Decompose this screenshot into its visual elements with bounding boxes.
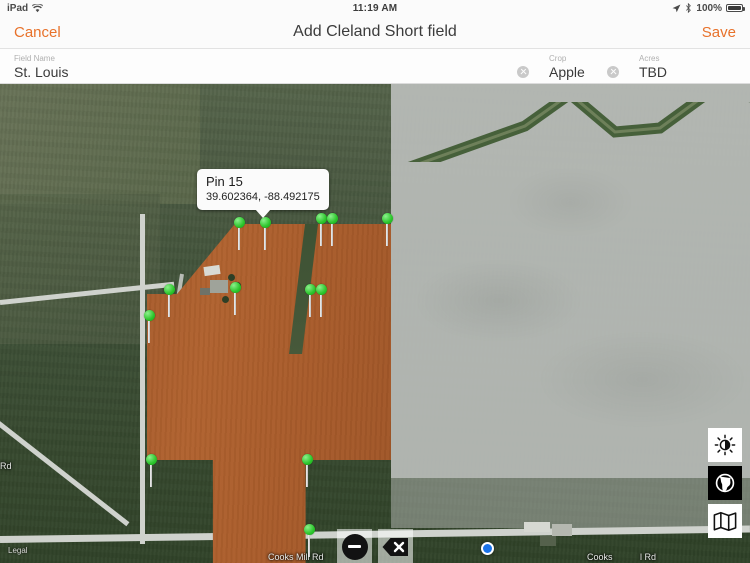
brightness-layer-button[interactable] [708,428,742,462]
field-name-group: Field Name St. Louis [0,49,535,83]
field-name-input[interactable]: St. Louis [14,64,535,80]
pin-head-icon [382,213,393,224]
pin-stick [309,295,311,317]
pin-callout[interactable]: Pin 15 39.602364, -88.492175 [197,169,329,218]
map-pin-12[interactable] [302,454,313,487]
save-button[interactable]: Save [702,24,736,41]
page-title: Add Cleland Short field [293,23,457,40]
road-label-3: l Rd [640,552,657,562]
far-building-3 [540,536,556,546]
pin-head-icon [230,282,241,293]
pin-stick [308,535,310,557]
acres-group: Acres TBD [607,49,750,83]
pin-stick [168,295,170,317]
pin-head-icon [304,524,315,535]
map-pin-7[interactable] [230,282,241,315]
road-label-0: Rd [0,461,12,471]
battery-percent: 100% [696,2,722,14]
map-dimmed-region-lower [391,478,750,528]
callout-coordinates: 39.602364, -88.492175 [206,191,320,203]
remove-pin-icon [341,533,368,560]
user-location-dot [481,542,494,555]
app-root: iPad 11:19 AM 100% Cancel Add Cleland Sh… [0,0,750,563]
bluetooth-icon [686,3,692,13]
waterway-shape [407,102,750,162]
map-pin-9[interactable] [316,284,327,317]
battery-icon [726,4,745,12]
pin-head-icon [305,284,316,295]
legal-label[interactable]: Legal [8,546,28,555]
pin-stick [320,295,322,317]
crop-label: Crop [549,53,567,63]
cancel-button[interactable]: Cancel [14,24,61,41]
pin-stick [306,465,308,487]
acres-label: Acres [639,53,660,63]
farm-building-2 [210,280,228,293]
map-tool-button-group [337,529,413,563]
pin-head-icon [316,284,327,295]
far-building-1 [524,522,550,532]
pin-stick [234,293,236,315]
pin-head-icon [260,217,271,228]
pin-head-icon [146,454,157,465]
pin-stick [386,224,388,246]
map-pin-8[interactable] [305,284,316,317]
map-pin-3[interactable] [316,213,327,246]
pin-stick [238,228,240,250]
delete-pin-button[interactable] [378,529,413,563]
pin-stick [320,224,322,246]
farm-building-3 [200,288,210,295]
map-pin-5[interactable] [382,213,393,246]
map-pin-2[interactable] [260,217,271,250]
satellite-layer-button[interactable] [708,466,742,500]
status-bar-time: 11:19 AM [352,2,398,14]
pin-head-icon [164,284,175,295]
pin-stick [331,224,333,246]
pin-stick [150,465,152,487]
pin-head-icon [234,217,245,228]
road-left-vertical [140,214,145,544]
road-label-1: Cooks Mill Rd [268,552,324,562]
tree-1 [228,274,235,281]
farm-building-1 [203,264,221,277]
map-pin-4[interactable] [327,213,338,246]
tree-3 [222,296,229,303]
map-pin-11[interactable] [146,454,157,487]
pin-stick [148,321,150,343]
status-bar: iPad 11:19 AM 100% [0,0,750,16]
brightness-icon [714,434,736,456]
field-form-row: Field Name St. Louis Crop Apple Acres TB… [0,49,750,84]
callout-title: Pin 15 [206,174,243,189]
acres-input[interactable]: TBD [639,64,750,80]
remove-pin-button[interactable] [337,529,372,563]
acres-clear-icon[interactable] [607,66,619,78]
pin-head-icon [144,310,155,321]
delete-icon [382,537,408,556]
map-pin-13[interactable] [304,524,315,557]
map-pin-6[interactable] [164,284,175,317]
pin-head-icon [302,454,313,465]
map-pin-10[interactable] [144,310,155,343]
map-pin-1[interactable] [234,217,245,250]
map-icon [713,511,737,532]
globe-icon [715,473,735,493]
status-bar-right: 100% [672,2,745,14]
map-layer-button-group [708,428,742,542]
pin-stick [264,228,266,250]
navigation-bar: Cancel Add Cleland Short field Save [0,16,750,49]
map-canvas[interactable]: Rd Cooks Mill Rd Cooks l Rd Legal Pin 15… [0,84,750,563]
pin-head-icon [327,213,338,224]
far-building-2 [552,524,572,536]
map-layer-button[interactable] [708,504,742,538]
crop-clear-icon[interactable] [517,66,529,78]
field-name-label: Field Name [14,53,55,63]
pin-head-icon [316,213,327,224]
road-label-2: Cooks [587,552,613,562]
location-arrow-icon [672,4,681,12]
